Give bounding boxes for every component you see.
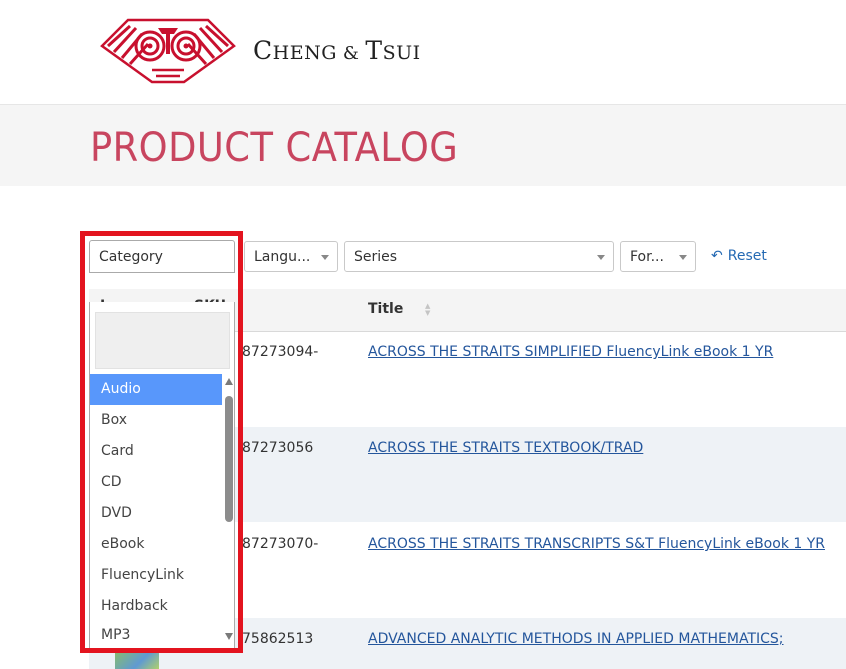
undo-icon: ↶ bbox=[711, 248, 723, 264]
chevron-down-icon bbox=[597, 255, 605, 260]
series-filter[interactable]: Series bbox=[344, 241, 614, 272]
sort-icon[interactable]: ▲ ▼ bbox=[425, 303, 430, 317]
brand-name: CHENG & TSUI bbox=[253, 36, 421, 65]
sku-cell: 87273070- bbox=[242, 536, 319, 552]
chevron-down-icon bbox=[321, 255, 329, 260]
language-filter-label: Langu... bbox=[254, 249, 311, 265]
product-title-link[interactable]: ACROSS THE STRAITS SIMPLIFIED FluencyLin… bbox=[368, 344, 773, 360]
sku-cell: 87273094- bbox=[242, 344, 319, 360]
cheng-tsui-logo[interactable] bbox=[100, 14, 236, 90]
reset-button[interactable]: ↶ Reset bbox=[711, 248, 767, 264]
product-title-link[interactable]: ACROSS THE STRAITS TRANSCRIPTS S&T Fluen… bbox=[368, 536, 825, 552]
format-filter-label: For... bbox=[630, 249, 664, 265]
format-filter[interactable]: For... bbox=[620, 241, 696, 272]
site-header: CHENG & TSUI bbox=[0, 0, 846, 105]
sku-cell: 75862513 bbox=[242, 631, 314, 647]
product-title-link[interactable]: ACROSS THE STRAITS TEXTBOOK/TRAD bbox=[368, 440, 643, 456]
product-title-link[interactable]: ADVANCED ANALYTIC METHODS IN APPLIED MAT… bbox=[368, 631, 784, 647]
language-filter[interactable]: Langu... bbox=[244, 241, 338, 272]
reset-label: Reset bbox=[727, 248, 767, 264]
page-title: PRODUCT CATALOG bbox=[90, 125, 459, 171]
highlight-box bbox=[80, 231, 243, 653]
column-header-title[interactable]: Title bbox=[368, 301, 403, 317]
chevron-down-icon bbox=[679, 255, 687, 260]
sku-cell: 87273056 bbox=[242, 440, 314, 456]
series-filter-label: Series bbox=[354, 249, 398, 265]
